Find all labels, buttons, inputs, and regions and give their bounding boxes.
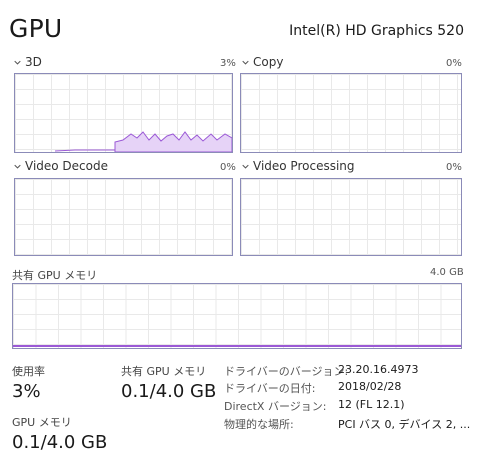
graph-video-decode [14, 178, 233, 256]
physical-location-key: 物理的な場所: [224, 418, 294, 431]
engine-label-video-decode: Video Decode [25, 159, 108, 173]
chevron-down-icon [14, 60, 21, 65]
graph-shared-memory [12, 283, 462, 349]
engine-selector-3d[interactable]: 3D [14, 55, 42, 69]
graph-3d-area [114, 131, 232, 152]
utilization-value: 3% [12, 381, 41, 402]
chevron-down-icon [242, 164, 249, 169]
gpu-memory-value: 0.1/4.0 GB [12, 432, 108, 453]
driver-version-value: 23.20.16.4973 [338, 363, 419, 376]
chevron-down-icon [242, 60, 249, 65]
graph-video-processing [240, 178, 462, 256]
physical-location-value: PCI バス 0, デバイス 2, ... [338, 418, 471, 431]
engine-percent-video-decode: 0% [220, 162, 236, 173]
page-title: GPU [9, 14, 63, 43]
shared-memory-graph-label: 共有 GPU メモリ [12, 269, 98, 282]
graph-shared-memory-plot [13, 345, 461, 347]
utilization-label: 使用率 [12, 365, 45, 378]
graph-3d-baseline [54, 149, 115, 152]
driver-date-value: 2018/02/28 [338, 380, 402, 393]
graph-3d [14, 73, 233, 153]
directx-version-value: 12 (FL 12.1) [338, 398, 405, 411]
engine-selector-copy[interactable]: Copy [242, 55, 283, 69]
gpu-memory-label: GPU メモリ [12, 416, 72, 429]
directx-version-key: DirectX バージョン: [224, 400, 327, 413]
engine-percent-3d: 3% [220, 58, 236, 69]
shared-memory-graph-max: 4.0 GB [430, 267, 464, 278]
graph-3d-plot [54, 131, 232, 152]
shared-memory-stat-value: 0.1/4.0 GB [121, 381, 217, 402]
engine-percent-copy: 0% [446, 58, 462, 69]
engine-selector-video-processing[interactable]: Video Processing [242, 159, 355, 173]
shared-memory-stat-label: 共有 GPU メモリ [121, 365, 207, 378]
adapter-name: Intel(R) HD Graphics 520 [289, 23, 464, 39]
chevron-down-icon [14, 164, 21, 169]
engine-label-3d: 3D [25, 55, 42, 69]
graph-copy [240, 73, 462, 153]
driver-date-key: ドライバーの日付: [224, 382, 316, 395]
engine-selector-video-decode[interactable]: Video Decode [14, 159, 108, 173]
engine-percent-video-processing: 0% [446, 162, 462, 173]
engine-label-video-processing: Video Processing [253, 159, 355, 173]
driver-version-key: ドライバーのバージョン: [224, 365, 349, 378]
engine-label-copy: Copy [253, 55, 284, 69]
